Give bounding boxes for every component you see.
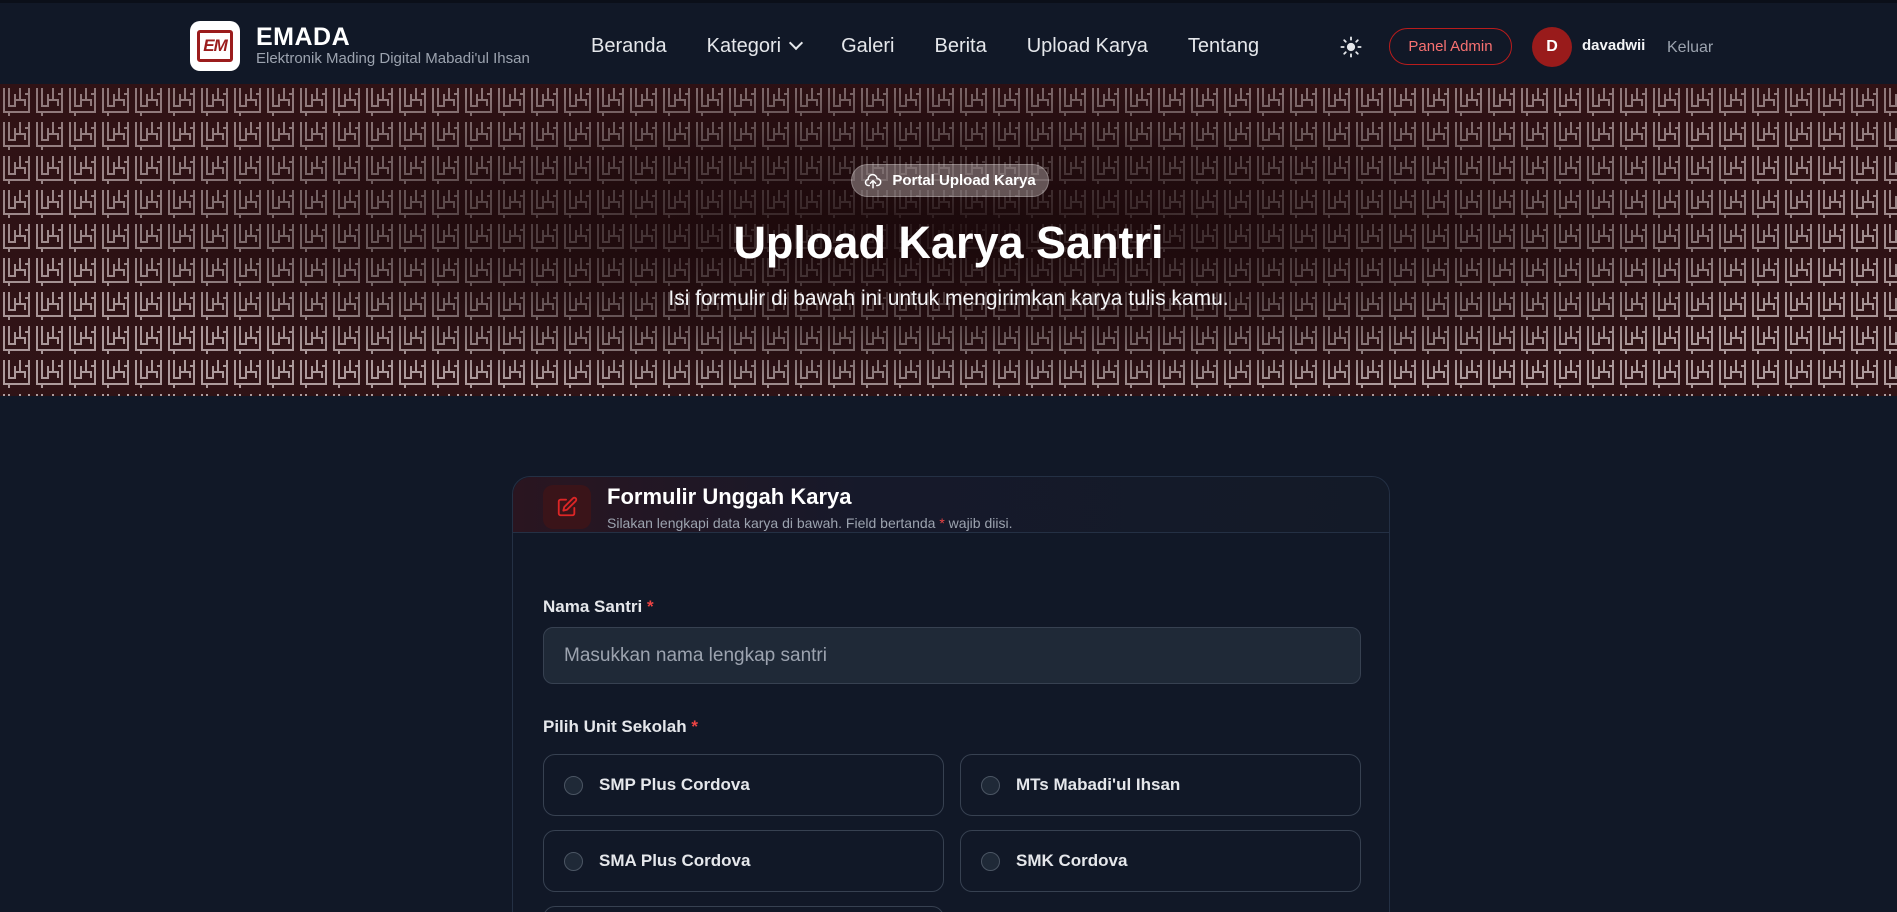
unit-option-mts-mabadiul-ihsan[interactable]: MTs Mabadi'ul Ihsan [960, 754, 1361, 816]
sun-icon[interactable] [1340, 36, 1362, 58]
unit-option-label: MTs Mabadi'ul Ihsan [1016, 775, 1181, 794]
avatar[interactable]: D [1532, 27, 1572, 67]
radio-button[interactable] [981, 775, 1000, 795]
unit-label: Pilih Unit Sekolah * [543, 717, 698, 737]
upload-form-card: Formulir Unggah Karya Silakan lengkapi d… [512, 476, 1390, 912]
form-title: Formulir Unggah Karya [607, 484, 852, 509]
radio-button[interactable] [564, 775, 583, 795]
brand-title: EMADA [256, 23, 351, 51]
form-subtitle-text: Silakan lengkapi data karya di bawah. Fi… [607, 515, 940, 531]
required-mark: * [691, 717, 698, 736]
edit-icon-box [543, 485, 591, 529]
brand-subtitle: Elektronik Mading Digital Mabadi'ul Ihsa… [256, 50, 530, 67]
hero-banner: Portal Upload Karya Upload Karya Santri … [0, 84, 1897, 396]
nav-item-upload-karya[interactable]: Upload Karya [1027, 33, 1148, 59]
unit-label-text: Pilih Unit Sekolah [543, 717, 687, 736]
santri-name-input[interactable] [543, 627, 1361, 684]
radio-button[interactable] [981, 851, 1000, 871]
required-mark: * [646, 597, 654, 616]
logo: EM [190, 21, 240, 71]
nav-links: Beranda Kategori Galeri Berita Upload Ka… [591, 33, 1259, 59]
username[interactable]: davadwii [1582, 37, 1645, 54]
edit-icon [557, 496, 578, 517]
admin-panel-button[interactable]: Panel Admin [1389, 28, 1512, 65]
page-subtitle: Isi formulir di bawah ini untuk mengirim… [668, 287, 1229, 310]
unit-option-label: SMP Plus Cordova [599, 775, 750, 794]
navbar: EM EMADA Elektronik Mading Digital Mabad… [0, 0, 1897, 84]
chevron-down-icon [789, 35, 804, 51]
brand-text: EMADA Elektronik Mading Digital Mabadi'u… [256, 24, 530, 68]
portal-badge-label: Portal Upload Karya [892, 172, 1036, 189]
form-subtitle-end: wajib diisi. [944, 515, 1013, 531]
name-label-text: Nama Santri [543, 597, 643, 616]
unit-option-smk-cordova[interactable]: SMK Cordova [960, 830, 1361, 892]
nav-item-tentang[interactable]: Tentang [1188, 33, 1259, 59]
nav-item-kategori-label: Kategori [706, 35, 782, 57]
form-header: Formulir Unggah Karya Silakan lengkapi d… [513, 477, 1389, 533]
unit-option-sma-plus-cordova[interactable]: SMA Plus Cordova [543, 830, 944, 892]
logo-mark: EM [197, 30, 233, 62]
nav-item-beranda[interactable]: Beranda [591, 33, 667, 59]
unit-option-label: SMK Cordova [1016, 851, 1128, 870]
unit-option-partial[interactable] [543, 906, 944, 912]
form-subtitle: Silakan lengkapi data karya di bawah. Fi… [607, 515, 1012, 531]
brand[interactable]: EM EMADA Elektronik Mading Digital Mabad… [190, 21, 530, 71]
radio-button[interactable] [564, 851, 583, 871]
unit-option-label: SMA Plus Cordova [599, 851, 751, 870]
logout-button[interactable]: Keluar [1667, 39, 1713, 57]
unit-option-smp-plus-cordova[interactable]: SMP Plus Cordova [543, 754, 944, 816]
cloud-upload-icon [865, 173, 882, 188]
name-label: Nama Santri * [543, 597, 654, 617]
page-title: Upload Karya Santri [733, 217, 1164, 268]
nav-item-berita[interactable]: Berita [934, 33, 986, 59]
nav-item-kategori[interactable]: Kategori [706, 33, 804, 59]
nav-item-galeri[interactable]: Galeri [841, 33, 894, 59]
portal-badge: Portal Upload Karya [851, 164, 1049, 197]
